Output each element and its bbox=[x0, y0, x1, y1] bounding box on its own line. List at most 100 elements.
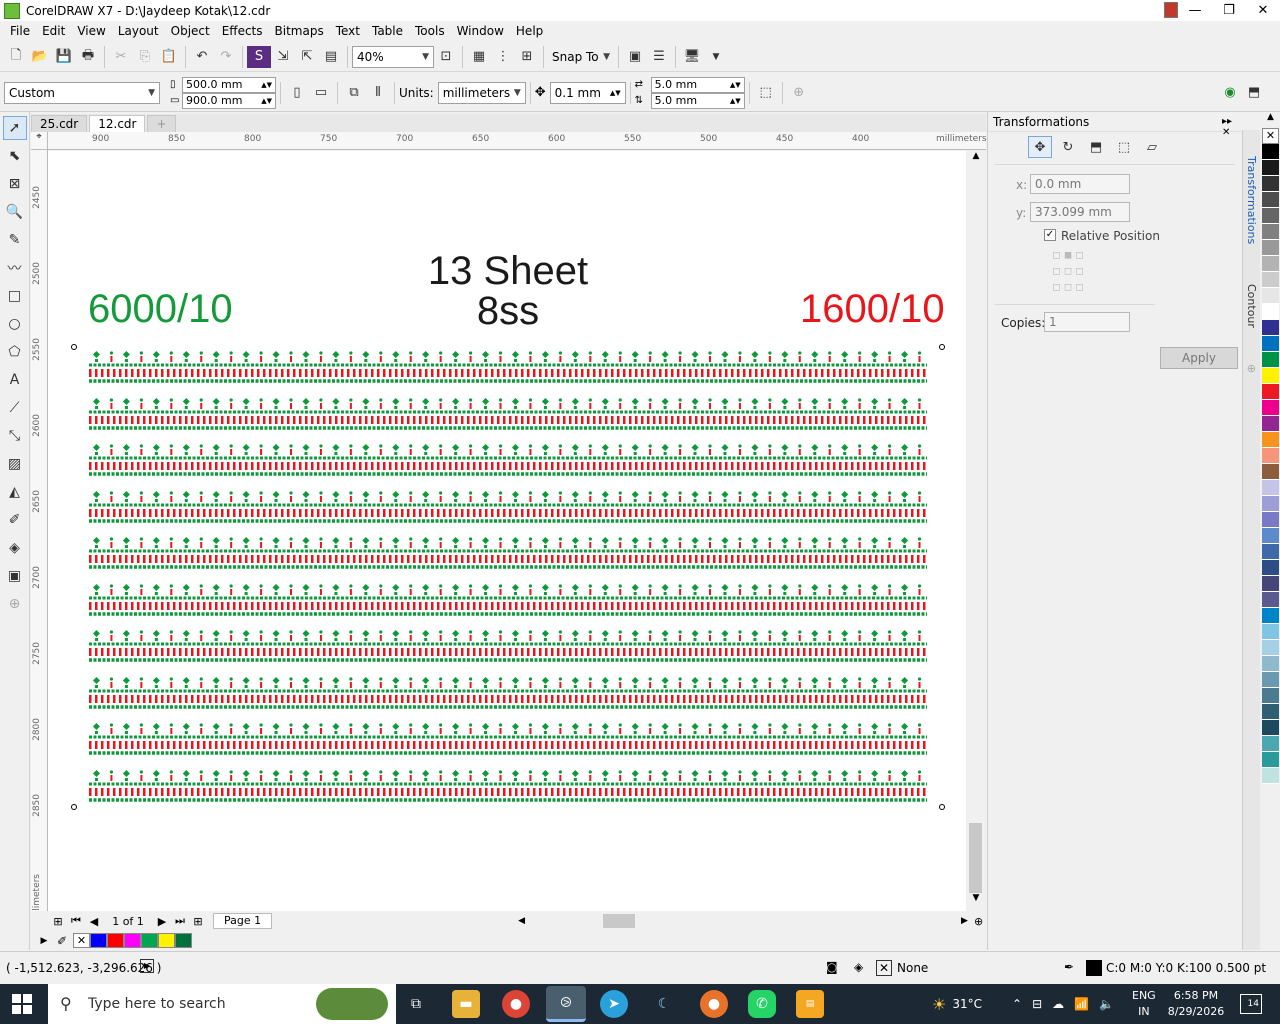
duplicate-distance-y-field[interactable]: 5.0 mm ▲▼ bbox=[650, 92, 745, 109]
vertical-scrollbar[interactable]: ▲ ▼ bbox=[966, 151, 986, 911]
show-grid-icon[interactable]: ⋮ bbox=[491, 46, 515, 68]
redo-icon[interactable]: ↷ bbox=[214, 46, 238, 68]
new-tab-button[interactable]: + bbox=[147, 115, 176, 132]
pick-tool-icon[interactable]: ➚ bbox=[2, 116, 27, 140]
drop-shadow-tool-icon[interactable]: ▨ bbox=[3, 452, 27, 476]
palette-swatch[interactable] bbox=[1262, 256, 1279, 272]
cut-icon[interactable]: ✂ bbox=[109, 46, 133, 68]
copies-field[interactable]: 1 bbox=[1044, 312, 1130, 332]
notification-center-icon[interactable]: 14 bbox=[1240, 994, 1262, 1014]
scroll-thumb[interactable] bbox=[969, 823, 982, 893]
palette-swatch[interactable] bbox=[1262, 176, 1279, 192]
menu-layout[interactable]: Layout bbox=[112, 24, 165, 38]
taskbar-search-box[interactable]: ⚲ Type here to search bbox=[48, 984, 396, 1024]
color-eyedropper-tool-icon[interactable]: ✐ bbox=[3, 508, 27, 532]
add-docker-icon[interactable]: ⊕ bbox=[1245, 364, 1258, 373]
outline-color-swatch[interactable] bbox=[1086, 960, 1102, 976]
selection-handle[interactable] bbox=[71, 804, 77, 810]
language-indicator[interactable]: ENG IN bbox=[1132, 988, 1156, 1020]
palette-swatch[interactable] bbox=[1262, 752, 1279, 768]
relative-position-checkbox[interactable]: ✓ bbox=[1044, 229, 1056, 241]
drawing-canvas[interactable]: 13 Sheet 8ss 6000/10 1600/10 bbox=[48, 151, 986, 911]
palette-swatch[interactable] bbox=[1262, 464, 1279, 480]
menu-tools[interactable]: Tools bbox=[409, 24, 451, 38]
document-palette-swatch[interactable] bbox=[141, 933, 158, 948]
page-height-field[interactable]: 900.0 mm ▲▼ bbox=[182, 92, 276, 109]
add-toolbar-item-icon[interactable]: ⊕ bbox=[787, 82, 811, 104]
palette-swatch[interactable] bbox=[1262, 320, 1279, 336]
save-icon[interactable]: 💾 bbox=[52, 46, 76, 68]
palette-swatch[interactable] bbox=[1262, 352, 1279, 368]
palette-swatch[interactable] bbox=[1262, 400, 1279, 416]
scroll-down-icon[interactable]: ▼ bbox=[966, 893, 986, 911]
paste-icon[interactable]: 📋 bbox=[157, 46, 181, 68]
status-flyout-icon[interactable]: ▶ bbox=[140, 959, 154, 973]
transparency-tool-icon[interactable]: ◭ bbox=[3, 480, 27, 504]
menu-table[interactable]: Table bbox=[366, 24, 409, 38]
units-select[interactable]: millimeters ▼ bbox=[437, 81, 526, 104]
add-page-after-icon[interactable]: ⊞ bbox=[189, 915, 207, 928]
palette-swatch[interactable] bbox=[1262, 704, 1279, 720]
zoom-tool-icon[interactable]: 🔍 bbox=[3, 200, 27, 224]
palette-swatch[interactable] bbox=[1262, 560, 1279, 576]
tab-transformations[interactable]: Transformations bbox=[1245, 156, 1258, 244]
palette-swatch[interactable] bbox=[1262, 592, 1279, 608]
menu-text[interactable]: Text bbox=[330, 24, 366, 38]
search-content-icon[interactable]: S bbox=[247, 45, 271, 68]
tab-contour[interactable]: Contour bbox=[1245, 284, 1258, 328]
menu-bitmaps[interactable]: Bitmaps bbox=[269, 24, 330, 38]
user-account-icon[interactable] bbox=[1164, 2, 1178, 18]
nudge-distance-field[interactable]: 0.1 mm ▲▼ bbox=[549, 81, 626, 104]
selection-handle[interactable] bbox=[939, 344, 945, 350]
palette-swatch[interactable] bbox=[1262, 736, 1279, 752]
open-icon[interactable]: 📂 bbox=[28, 46, 52, 68]
palette-swatch[interactable] bbox=[1262, 624, 1279, 640]
position-icon[interactable]: ✥ bbox=[1028, 136, 1052, 158]
position-x-field[interactable]: 0.0 mm bbox=[1030, 174, 1130, 194]
palette-swatch[interactable] bbox=[1262, 640, 1279, 656]
hscroll-right-icon[interactable]: ▶ bbox=[961, 916, 968, 926]
text-tool-icon[interactable]: A bbox=[3, 368, 27, 392]
telegram-icon[interactable]: ➤ bbox=[600, 990, 628, 1018]
palette-swatch[interactable] bbox=[1262, 576, 1279, 592]
palette-swatch[interactable] bbox=[1262, 688, 1279, 704]
app-blue-icon[interactable]: ☾ bbox=[650, 990, 678, 1018]
apply-button[interactable]: Apply bbox=[1160, 347, 1238, 369]
firefox-icon[interactable]: ● bbox=[700, 990, 728, 1018]
palette-eyedropper-icon[interactable]: ✐ bbox=[51, 934, 73, 948]
palette-swatch[interactable] bbox=[1262, 528, 1279, 544]
palette-swatch[interactable] bbox=[1262, 496, 1279, 512]
palette-swatch[interactable] bbox=[1262, 448, 1279, 464]
artistic-media-tool-icon[interactable]: 〰 bbox=[3, 256, 27, 280]
document-palette-swatch[interactable] bbox=[90, 933, 107, 948]
palette-swatch[interactable] bbox=[1262, 672, 1279, 688]
parallel-dimension-tool-icon[interactable]: ⟋ bbox=[3, 396, 27, 420]
task-view-icon[interactable]: ⧉ bbox=[402, 990, 430, 1018]
zoom-nav-icon[interactable]: ⊕ bbox=[974, 915, 983, 928]
publish-pdf-icon[interactable]: ▤ bbox=[319, 46, 343, 68]
document-palette-swatch[interactable] bbox=[107, 933, 124, 948]
whatsapp-icon[interactable]: ✆ bbox=[748, 990, 776, 1018]
shape-tool-icon[interactable]: ⬉ bbox=[3, 144, 27, 168]
last-page-icon[interactable]: ⏭ bbox=[171, 914, 189, 928]
weather-widget[interactable]: ☀ 31°C bbox=[932, 984, 982, 1024]
interactive-fill-tool-icon[interactable]: ◈ bbox=[3, 536, 27, 560]
palette-swatch[interactable] bbox=[1262, 336, 1279, 352]
tray-app-icon[interactable]: ⊟ bbox=[1032, 997, 1042, 1011]
current-page-icon[interactable]: ⫴ bbox=[366, 82, 390, 104]
palette-swatch[interactable] bbox=[1262, 384, 1279, 400]
doc-tab-25[interactable]: 25.cdr bbox=[31, 115, 88, 132]
copy-icon[interactable]: ⎘ bbox=[133, 46, 157, 68]
palette-swatch[interactable] bbox=[1262, 160, 1279, 176]
page-preset-select[interactable]: Custom ▼ bbox=[4, 81, 160, 104]
ellipse-tool-icon[interactable]: ○ bbox=[3, 312, 27, 336]
palette-swatch[interactable] bbox=[1262, 512, 1279, 528]
document-palette-swatch[interactable] bbox=[124, 933, 141, 948]
ruler-origin[interactable]: ⌖ bbox=[31, 132, 48, 150]
snap-to-dropdown[interactable]: Snap To ▼ bbox=[548, 46, 614, 68]
menu-effects[interactable]: Effects bbox=[216, 24, 269, 38]
vertical-ruler[interactable]: 2450 2500 2550 2600 2650 2700 2750 2800 … bbox=[31, 150, 48, 928]
tray-chevron-icon[interactable]: ⌃ bbox=[1012, 997, 1022, 1011]
add-page-icon[interactable]: ⊞ bbox=[49, 915, 67, 928]
next-page-icon[interactable]: ▶ bbox=[153, 915, 171, 928]
